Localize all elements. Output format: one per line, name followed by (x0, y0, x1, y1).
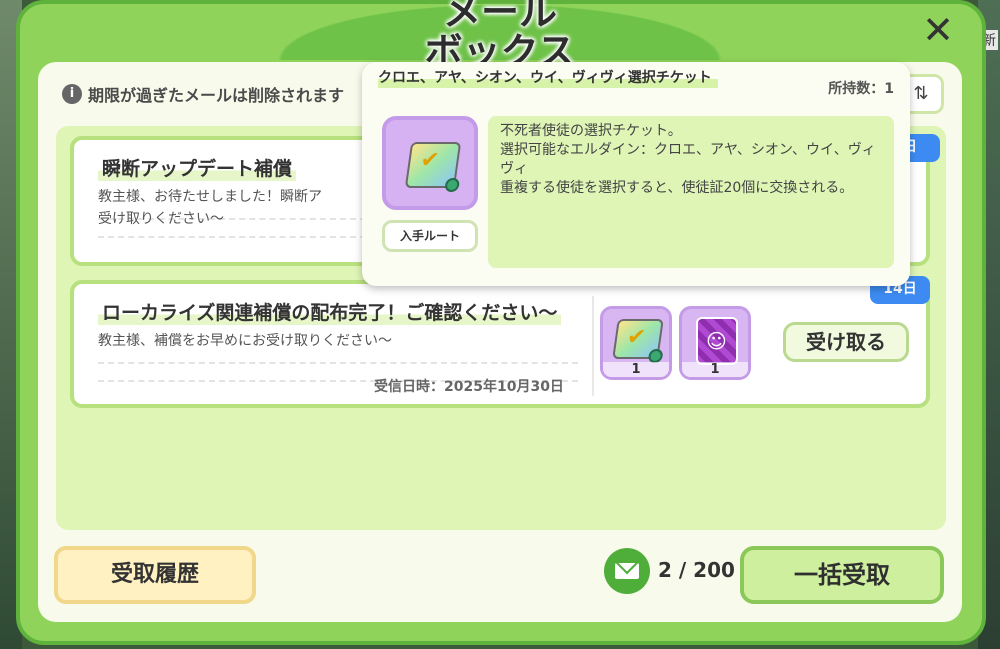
popup-item-icon: ✔ (382, 116, 478, 210)
mail-preview-line: 受け取りください～ (98, 211, 224, 227)
receive-history-button[interactable]: 受取履歴 (54, 546, 256, 604)
receive-all-button[interactable]: 一括受取 (740, 546, 944, 604)
expiry-notice: i 期限が過ぎたメールは削除されます (62, 82, 344, 106)
item-quantity: 1 (682, 362, 748, 377)
popup-item-name: クロエ、アヤ、シオン、ウイ、ヴィヴィ選択チケット (378, 70, 718, 88)
purple-card-icon: ☺ (696, 317, 738, 365)
close-icon[interactable]: ✕ (918, 10, 958, 50)
description-line: 不死者使徒の選択チケット。 (500, 123, 682, 139)
info-icon: i (62, 84, 82, 104)
mail-preview-line: 教主様、お待たせしました！瞬断ア (98, 189, 322, 205)
reward-item-card[interactable]: ☺ 1 (679, 306, 751, 380)
description-line: 選択可能なエルダイン：クロエ、アヤ、シオン、ウイ、ヴィヴィ (500, 142, 876, 177)
owned-count: 所持数：1 (828, 81, 894, 97)
expiry-notice-text: 期限が過ぎたメールは削除されます (88, 86, 345, 105)
selection-ticket-icon: ✔ (612, 319, 664, 363)
acquisition-route-button[interactable]: 入手ルート (382, 220, 478, 252)
mail-preview: 教主様、補償をお早めにお受け取りください～ (98, 333, 392, 349)
envelope-icon (604, 548, 650, 594)
mail-count: 2 / 200 (658, 558, 735, 582)
mail-title: 瞬断アップデート補償 (98, 154, 297, 181)
mail-preview: 教主様、お待たせしました！瞬断ア 受け取りください～ (98, 186, 322, 230)
item-detail-popup: クロエ、アヤ、シオン、ウイ、ヴィヴィ選択チケット 所持数：1 ✔ 入手ルート 不… (362, 62, 910, 286)
description-line: 重複する使徒を選択すると、使徒証20個に交換される。 (500, 180, 854, 196)
reward-item-selection-ticket[interactable]: ✔ 1 (600, 306, 672, 380)
sort-icon: ⇅ (913, 83, 929, 104)
receive-button[interactable]: 受け取る (783, 322, 909, 362)
received-date: 受信日時：2025年10月30日 (374, 379, 564, 395)
selection-ticket-icon: ✔ (404, 142, 462, 192)
divider (592, 296, 594, 396)
mail-title: ローカライズ関連補償の配布完了！ご確認ください～ (98, 298, 562, 325)
item-quantity: 1 (603, 362, 669, 377)
item-description: 不死者使徒の選択チケット。 選択可能なエルダイン：クロエ、アヤ、シオン、ウイ、ヴ… (488, 116, 894, 268)
